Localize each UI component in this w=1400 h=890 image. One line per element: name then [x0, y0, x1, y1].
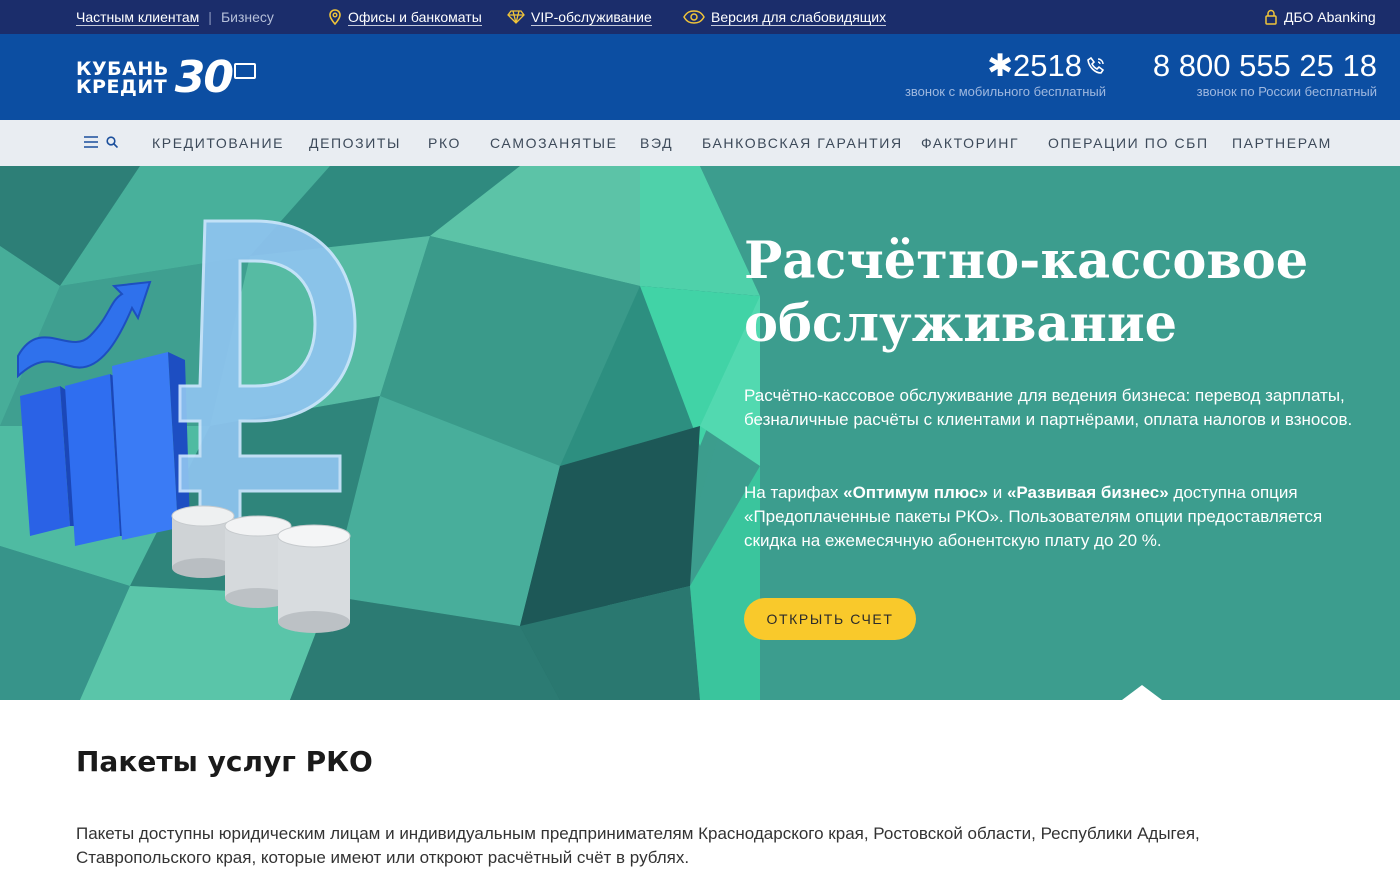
ruble-sign-icon — [178, 219, 357, 543]
coin-stacks-icon — [171, 505, 351, 633]
section-title: Пакеты услуг РКО — [76, 745, 373, 778]
private-clients-link[interactable]: Частным клиентам — [76, 9, 200, 26]
accessibility-link[interactable]: Версия для слабовидящих — [683, 0, 887, 34]
audience-separator: | — [208, 9, 212, 25]
short-phone-text: ✱2518 — [987, 48, 1082, 83]
logo-anniversary-number: 30 — [174, 52, 234, 103]
open-account-button[interactable]: ОТКРЫТЬ СЧЕТ — [744, 598, 916, 640]
phone-handset-icon — [1087, 56, 1105, 74]
short-phone-number[interactable]: ✱2518 — [870, 48, 1106, 84]
nav-item-sbp-operations[interactable]: ОПЕРАЦИИ ПО СБП — [1048, 120, 1209, 166]
hero-title-line-2: обслуживание — [744, 294, 1178, 354]
location-pin-icon — [329, 9, 341, 25]
audience-switch: Частным клиентам | Бизнесу — [76, 0, 274, 34]
long-phone-note: звонок по России бесплатный — [1196, 84, 1377, 99]
accessibility-label: Версия для слабовидящих — [711, 8, 887, 26]
hero-title-line-1: Расчётно-кассовое — [744, 231, 1309, 291]
hero-bottom-notch — [1122, 685, 1162, 700]
hero-title: Расчётно-кассовое обслуживание — [744, 230, 1364, 356]
tariff-optimum-plus: «Оптимум плюс» — [843, 483, 988, 502]
nav-item-factoring[interactable]: ФАКТОРИНГ — [921, 120, 1019, 166]
dbo-login-link[interactable]: ДБО Abanking — [1264, 0, 1376, 34]
hero-banner: Расчётно-кассовое обслуживание Расчётно-… — [0, 166, 1400, 700]
nav-item-deposits[interactable]: ДЕПОЗИТЫ — [309, 120, 401, 166]
offices-label: Офисы и банкоматы — [348, 8, 482, 26]
dbo-label: ДБО Abanking — [1284, 9, 1376, 25]
tariff-note-text-2: и — [988, 483, 1007, 502]
logo-line-2: КРЕДИТ — [76, 76, 168, 98]
logo-emblem-icon — [233, 63, 256, 79]
hamburger-menu-icon[interactable] — [84, 136, 98, 148]
nav-item-ved[interactable]: ВЭД — [640, 120, 673, 166]
nav-item-bank-guarantee[interactable]: БАНКОВСКАЯ ГАРАНТИЯ — [702, 120, 903, 166]
vip-link[interactable]: VIP-обслуживание — [507, 0, 652, 34]
nav-item-rko[interactable]: РКО — [428, 120, 461, 166]
top-utility-bar: Частным клиентам | Бизнесу Офисы и банко… — [0, 0, 1400, 34]
rko-illustration — [17, 219, 357, 633]
business-link[interactable]: Бизнесу — [221, 9, 274, 25]
short-phone-note: звонок с мобильного бесплатный — [904, 84, 1106, 99]
section-description: Пакеты доступны юридическим лицам и инди… — [76, 824, 1200, 867]
nav-item-lending[interactable]: КРЕДИТОВАНИЕ — [152, 120, 284, 166]
offices-link[interactable]: Офисы и банкоматы — [328, 0, 482, 34]
hero-description: Расчётно-кассовое обслуживание для веден… — [744, 386, 1353, 429]
long-phone-number[interactable]: 8 800 555 25 18 — [1120, 48, 1377, 84]
tariff-developing-business: «Развивая бизнес» — [1006, 483, 1169, 502]
hero-tariff-note: На тарифах «Оптимум плюс» и «Развивая би… — [744, 481, 1364, 553]
bar-chart-icon — [20, 352, 190, 546]
nav-item-partners[interactable]: ПАРТНЕРАМ — [1232, 120, 1332, 166]
eye-icon — [683, 10, 705, 24]
vip-label: VIP-обслуживание — [531, 8, 652, 26]
long-phone-block: 8 800 555 25 18 звонок по России бесплат… — [1120, 48, 1377, 100]
menu-search-toggle[interactable] — [84, 136, 118, 148]
bank-logo[interactable]: КУБАНЬ КРЕДИТ 30 — [76, 54, 256, 102]
tariff-note-text-1: На тарифах — [744, 483, 844, 502]
main-navigation: КРЕДИТОВАНИЕ ДЕПОЗИТЫ РКО САМОЗАНЯТЫЕ ВЭ… — [0, 120, 1400, 166]
logo-wordmark: КУБАНЬ КРЕДИТ — [76, 60, 169, 98]
diamond-icon — [507, 10, 525, 24]
short-phone-block: ✱2518 звонок с мобильного бесплатный — [870, 48, 1106, 100]
nav-item-self-employed[interactable]: САМОЗАНЯТЫЕ — [490, 120, 618, 166]
lock-icon — [1265, 9, 1277, 25]
site-header: КУБАНЬ КРЕДИТ 30 ✱2518 звонок с мобильно… — [0, 34, 1400, 120]
search-icon[interactable] — [106, 136, 118, 148]
